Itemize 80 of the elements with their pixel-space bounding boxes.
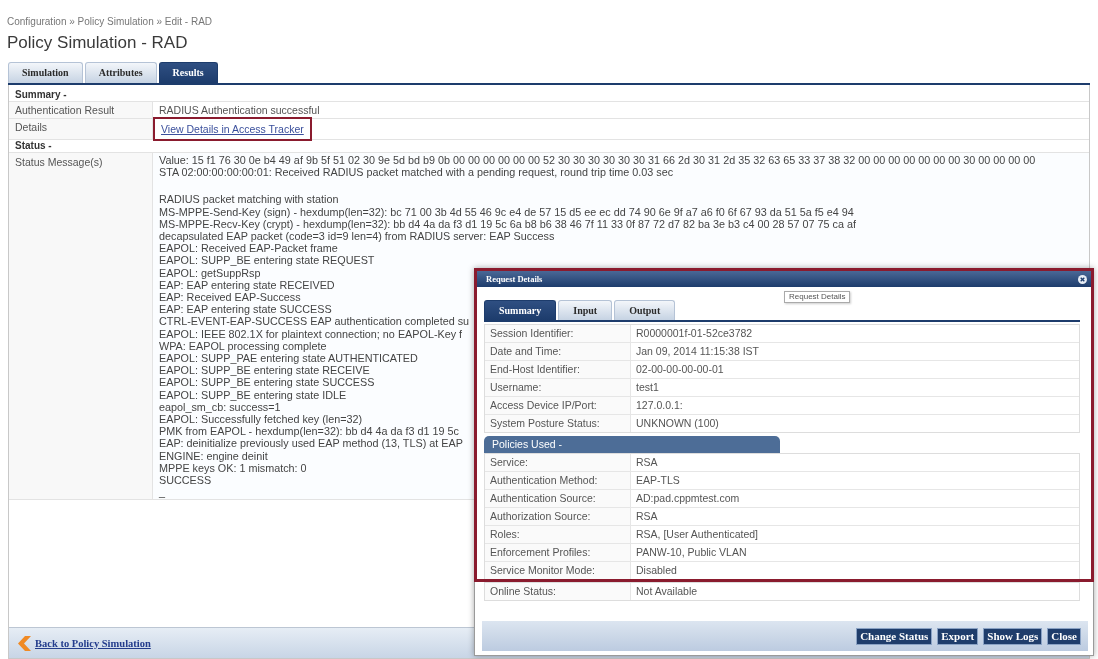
close-icon[interactable]	[1078, 274, 1087, 284]
log-line: EAPOL: IEEE 802.1X for plaintext connection; no EAPOL-Key f	[159, 327, 463, 340]
field-label: Username:	[490, 380, 542, 395]
field-value: RSA	[636, 455, 658, 470]
field-label: End-Host Identifier:	[490, 362, 580, 377]
tab[interactable]: Results	[158, 62, 218, 83]
field-label: Date and Time:	[490, 344, 562, 359]
access-tracker-link[interactable]: View Details in Access Tracker	[161, 123, 304, 135]
field-label: Access Device IP/Port:	[490, 398, 597, 413]
field-value: test1	[636, 380, 659, 395]
section-header: Policies Used -	[484, 436, 780, 453]
field-label: Authentication Result	[15, 103, 115, 118]
section-header: Summary -	[15, 88, 67, 101]
field-label: Online Status:	[490, 584, 556, 599]
tooltip: Request Details	[784, 291, 851, 303]
tab[interactable]: Simulation	[8, 62, 83, 83]
field-value: RADIUS Authentication successful	[159, 104, 320, 116]
log-line: EAPOL: SUPP_BE entering state IDLE	[159, 388, 347, 401]
field-label: Details	[15, 120, 48, 135]
log-line: MPPE keys OK: 1 mismatch: 0	[159, 461, 307, 475]
log-line: EAPOL: SUPP_BE entering state RECEIVE	[159, 364, 370, 377]
tab[interactable]: Summary	[484, 300, 557, 320]
dialog-button[interactable]: Export	[937, 627, 979, 645]
field-value: R0000001f-01-52ce3782	[636, 326, 753, 341]
field-value: EAP-TLS	[636, 473, 680, 488]
tab[interactable]: Input	[558, 300, 613, 320]
field-label: Session Identifier:	[490, 326, 574, 341]
field-label: Authentication Source:	[490, 491, 596, 506]
log-line: EAP: deinitialize previously used EAP method (13, TLS) at EAP	[159, 437, 463, 450]
field-value: AD:pad.cppmtest.com	[636, 491, 740, 506]
dialog-button[interactable]: Change Status	[856, 627, 933, 645]
log-line: ENGINE: engine deinit	[159, 449, 268, 462]
field-label: System Posture Status:	[490, 416, 600, 431]
log-line: decapsulated EAP packet (code=3 id=9 len=4) from RADIUS server: EAP Success	[159, 230, 555, 243]
field-label: Enforcement Profiles:	[490, 545, 591, 560]
log-line: _	[159, 486, 165, 499]
log-line: EAP: Received EAP-Success	[159, 291, 301, 304]
field-value: Disabled	[636, 563, 677, 578]
log-line: MS-MPPE-Recv-Key (crypt) - hexdump(len=32): bb d4 4a da f3 d1 19 5c 6a b8 b6 38 46 7f 11 33 0f 87 72 d7 82 ba 3e b3 c4 00 28 57 07 75 ca af	[159, 217, 856, 230]
page-title: Policy Simulation - RAD	[7, 33, 188, 53]
log-line: EAP: EAP entering state SUCCESS	[159, 303, 332, 316]
field-label: Roles:	[490, 527, 520, 542]
dialog-button[interactable]: Show Logs	[983, 627, 1043, 645]
field-label: Service Monitor Mode:	[490, 563, 596, 578]
log-line: EAPOL: SUPP_PAE entering state AUTHENTICATED	[159, 352, 418, 365]
log-line: MS-MPPE-Send-Key (sign) - hexdump(len=32): bc 71 00 3b 4d 55 46 9c e4 de 57 15 d5 ee ec dd 74 90 6e 9f a7 a6 f0 6f 67 93 da 51 5a f5 e4 94	[159, 205, 854, 218]
chevron-left-icon	[18, 635, 31, 651]
field-label: Service:	[490, 455, 528, 470]
log-line: SUCCESS	[159, 474, 212, 487]
field-label: Authorization Source:	[490, 509, 591, 524]
log-line: EAP: EAP entering state RECEIVED	[159, 278, 335, 292]
dialog-title: Request Details	[486, 274, 543, 284]
log-line: PMK from EAPOL - hexdump(len=32): bb d4 4a da f3 d1 19 5c	[159, 425, 459, 438]
log-line: EAPOL: Successfully fetched key (len=32)	[159, 413, 363, 426]
field-value: 02-00-00-00-00-01	[636, 362, 724, 377]
tab[interactable]: Output	[614, 300, 676, 320]
field-value: RSA	[636, 509, 658, 524]
log-line: EAPOL: SUPP_BE entering state REQUEST	[159, 254, 375, 267]
log-line: eapol_sm_cb: success=1	[159, 400, 281, 414]
field-value: RSA, [User Authenticated]	[636, 527, 758, 542]
section-header: Status -	[15, 140, 52, 152]
field-value: 127.0.0.1:	[636, 398, 683, 413]
field-value: Jan 09, 2014 11:15:38 IST	[636, 344, 759, 359]
log-line: RADIUS packet matching with station	[159, 193, 339, 206]
log-line: EAPOL: Received EAP-Packet frame	[159, 242, 338, 255]
field-label: Authentication Method:	[490, 473, 598, 488]
field-value: Not Available	[636, 584, 698, 599]
dialog-button[interactable]: Close	[1047, 627, 1081, 645]
breadcrumb: Configuration » Policy Simulation » Edit - RAD	[7, 16, 213, 28]
log-line: Value: 15 f1 76 30 0e b4 49 af 9b 5f 51 02 30 9e 5d bd b9 0b 00 00 00 00 00 00 52 30 30 30 30 30 30 31 66 2d 30 31 2d 35 32 63 65 33 37 38 32 00 00 00 00 00 00 00 30 00 00 00 00	[159, 154, 1036, 167]
field-label: Status Message(s)	[15, 155, 103, 170]
field-value: UNKNOWN (100)	[636, 416, 719, 431]
log-line: EAPOL: SUPP_BE entering state SUCCESS	[159, 376, 375, 389]
tab[interactable]: Attributes	[84, 62, 157, 83]
field-value: PANW-10, Public VLAN	[636, 545, 747, 560]
log-line: WPA: EAPOL processing complete	[159, 339, 327, 353]
log-line: EAPOL: getSuppRsp	[159, 266, 261, 279]
log-line: STA 02:00:00:00:00:01: Received RADIUS packet matched with a pending request, round trip time 0.03 sec	[159, 166, 674, 179]
log-line: CTRL-EVENT-EAP-SUCCESS EAP authentication completed su	[159, 315, 470, 328]
back-link[interactable]: Back to Policy Simulation	[35, 636, 151, 650]
